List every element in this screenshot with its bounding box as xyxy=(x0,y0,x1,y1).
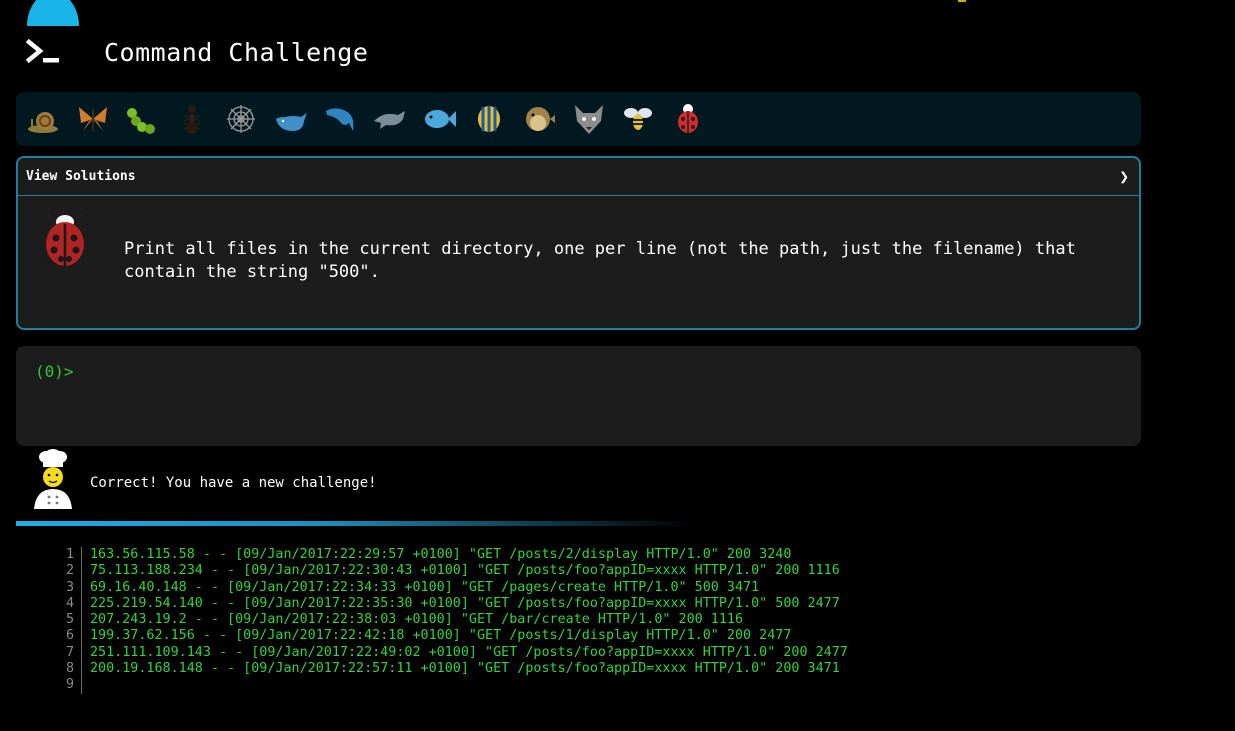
terminal-prompt-icon[interactable] xyxy=(26,36,62,68)
progress-bar xyxy=(16,521,696,526)
ladybug-icon[interactable] xyxy=(669,100,707,138)
file-line: 7 251.111.109.143 - - [09/Jan/2017:22:49:… xyxy=(56,644,848,662)
blowfish-icon[interactable] xyxy=(520,100,558,138)
message-text: Correct! You have a new challenge! xyxy=(90,475,377,491)
chef-icon xyxy=(34,449,72,509)
achievement-bar xyxy=(16,92,1141,146)
file-content-view: 1 163.56.115.58 - - [09/Jan/2017:22:29:57… xyxy=(56,547,848,694)
view-solutions-label: View Solutions xyxy=(26,169,136,184)
dolphin-grey-icon[interactable] xyxy=(371,100,409,138)
line-number: 1 xyxy=(56,547,82,564)
file-line: 1 163.56.115.58 - - [09/Jan/2017:22:29:57… xyxy=(56,547,848,564)
line-number: 4 xyxy=(56,595,82,613)
file-line: 5 207.243.19.2 - - [09/Jan/2017:22:38:03 … xyxy=(56,612,848,629)
spider-web-icon[interactable] xyxy=(222,100,260,138)
wolf-icon[interactable] xyxy=(570,100,608,138)
line-number: 6 xyxy=(56,628,82,645)
tropical-fish-icon[interactable] xyxy=(470,100,508,138)
line-text: 75.113.188.234 - - [09/Jan/2017:22:30:43… xyxy=(90,563,840,579)
app-title: Command Challenge xyxy=(104,37,369,67)
file-line: 3 69.16.40.148 - - [09/Jan/2017:22:34:33 … xyxy=(56,579,848,596)
whale-icon[interactable] xyxy=(272,100,310,138)
decorative-dot xyxy=(958,0,966,2)
line-text: 199.37.62.156 - - [09/Jan/2017:22:42:18 … xyxy=(90,628,792,644)
status-message: Correct! You have a new challenge! xyxy=(30,448,377,510)
caterpillar-icon[interactable] xyxy=(123,100,161,138)
file-line: 2 75.113.188.234 - - [09/Jan/2017:22:30:4… xyxy=(56,563,848,580)
line-text: 207.243.19.2 - - [09/Jan/2017:22:38:03 +… xyxy=(90,612,744,628)
chevron-right-icon[interactable]: ❯ xyxy=(1119,167,1129,186)
line-number: 7 xyxy=(56,644,82,662)
file-line: 6 199.37.62.156 - - [09/Jan/2017:22:42:18… xyxy=(56,628,848,645)
line-number: 3 xyxy=(56,579,82,596)
view-solutions-toggle[interactable]: View Solutions ❯ xyxy=(18,158,1139,196)
file-line: 9 xyxy=(56,677,848,694)
snail-icon[interactable] xyxy=(24,100,62,138)
fish-icon[interactable] xyxy=(421,100,459,138)
butterfly-icon[interactable] xyxy=(74,100,112,138)
dolphin-icon[interactable] xyxy=(322,100,360,138)
ant-icon[interactable] xyxy=(173,100,211,138)
bee-icon[interactable] xyxy=(619,100,657,138)
app-header: Command Challenge xyxy=(26,36,368,68)
decorative-blue-circle xyxy=(27,0,79,26)
line-text: 225.219.54.140 - - [09/Jan/2017:22:35:30… xyxy=(90,595,840,611)
challenge-body: Print all files in the current directory… xyxy=(18,196,1139,329)
file-line: 8 200.19.168.148 - - [09/Jan/2017:22:57:1… xyxy=(56,661,848,678)
line-text: 200.19.168.148 - - [09/Jan/2017:22:57:11… xyxy=(90,661,840,677)
line-number: 9 xyxy=(56,677,82,694)
line-text: 163.56.115.58 - - [09/Jan/2017:22:29:57 … xyxy=(90,547,792,562)
line-number: 2 xyxy=(56,563,82,580)
terminal-input[interactable]: (0)> xyxy=(16,346,1141,446)
line-text: 251.111.109.143 - - [09/Jan/2017:22:49:0… xyxy=(90,644,848,660)
ladybug-icon xyxy=(41,213,89,266)
file-line: 4 225.219.54.140 - - [09/Jan/2017:22:35:3… xyxy=(56,595,848,613)
line-text: 69.16.40.148 - - [09/Jan/2017:22:34:33 +… xyxy=(90,579,760,595)
line-number: 5 xyxy=(56,612,82,629)
challenge-description: Print all files in the current directory… xyxy=(124,239,1076,282)
challenge-panel: View Solutions ❯ Print all files in the … xyxy=(16,156,1141,330)
terminal-prompt: (0)> xyxy=(35,362,74,381)
line-number: 8 xyxy=(56,661,82,678)
